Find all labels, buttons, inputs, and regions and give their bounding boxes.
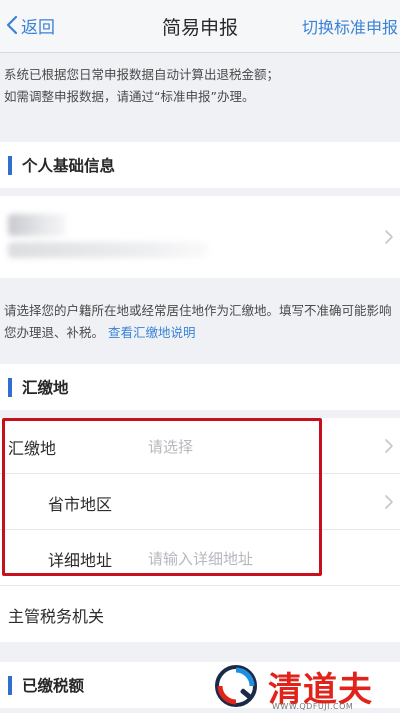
section-title-personal-info: 个人基础信息 <box>22 157 116 175</box>
auto-calc-notice: 系统已根据您日常申报数据自动计算出退税金额； 如需调整申报数据，请通过“标准申报… <box>4 64 396 108</box>
notice-line-1: 系统已根据您日常申报数据自动计算出退税金额； <box>4 67 280 82</box>
back-button[interactable]: 返回 <box>6 12 55 38</box>
section-header-payment-location: 汇缴地 <box>0 364 400 410</box>
payment-location-label: 汇缴地 <box>8 439 57 458</box>
section-title-paid-tax: 已缴税额 <box>22 677 85 695</box>
personal-info-card[interactable] <box>0 196 400 278</box>
watermark: 清道夫 WWW.QDFUJI.COM <box>212 660 400 713</box>
chevron-right-icon <box>385 495 393 509</box>
payment-location-hint: 请选择您的户籍所在地或经常居住地作为汇缴地。填写不准确可能影响您办理退、补税。 … <box>4 300 398 344</box>
notice-line-2: 如需调整申报数据，请通过“标准申报”办理。 <box>4 89 255 104</box>
tax-authority-row[interactable]: 主管税务机关 <box>0 586 400 642</box>
province-city-region-label: 省市地区 <box>48 495 113 514</box>
section-header-personal-info: 个人基础信息 <box>0 142 400 188</box>
chevron-right-icon <box>385 439 393 453</box>
blurred-id-number <box>8 242 208 258</box>
hint-text: 请选择您的户籍所在地或经常居住地作为汇缴地。填写不准确可能影响您办理退、补税。 <box>4 303 392 340</box>
payment-location-help-link[interactable]: 查看汇缴地说明 <box>108 325 196 340</box>
blurred-name <box>8 214 66 236</box>
switch-standard-filing-button[interactable]: 切换标准申报 <box>302 14 398 38</box>
province-city-region-row[interactable]: 省市地区 <box>0 474 400 530</box>
section-accent-bar <box>8 377 12 397</box>
chevron-right-icon <box>385 230 393 244</box>
watermark-url: WWW.QDFUJI.COM <box>272 702 354 711</box>
tax-authority-label: 主管税务机关 <box>8 607 105 626</box>
section-accent-bar <box>8 155 12 175</box>
detailed-address-label: 详细地址 <box>48 551 113 570</box>
payment-location-row[interactable]: 汇缴地 请选择 <box>0 418 400 474</box>
detailed-address-row: 详细地址 请输入详细地址 <box>0 530 400 586</box>
brand-logo-icon <box>215 665 257 707</box>
navigation-bar: 返回 简易申报 切换标准申报 <box>0 0 400 53</box>
chevron-left-icon <box>6 15 18 35</box>
payment-location-select[interactable]: 请选择 <box>148 436 193 457</box>
section-title-payment-location: 汇缴地 <box>22 379 69 397</box>
section-accent-bar <box>8 675 12 695</box>
back-label: 返回 <box>21 17 55 38</box>
detailed-address-input[interactable]: 请输入详细地址 <box>148 548 253 569</box>
